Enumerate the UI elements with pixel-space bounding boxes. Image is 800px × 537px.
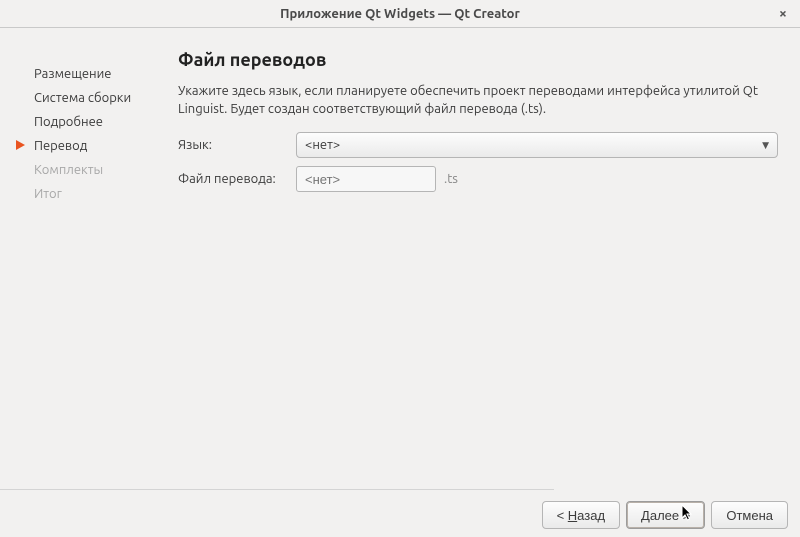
- wizard-body: Размещение Система сборки Подробнее Пере…: [0, 28, 800, 488]
- step-summary: Итог: [34, 182, 178, 206]
- window-title: Приложение Qt Widgets — Qt Creator: [280, 7, 520, 21]
- step-label: Подробнее: [34, 115, 103, 129]
- wizard-content: Файл переводов Укажите здесь язык, если …: [178, 50, 788, 488]
- step-label: Система сборки: [34, 91, 131, 105]
- translation-file-input[interactable]: [296, 166, 436, 192]
- step-location: Размещение: [34, 62, 178, 86]
- file-label: Файл перевода:: [178, 172, 296, 186]
- language-combobox[interactable]: <нет> ▼: [296, 132, 778, 158]
- wizard-steps: Размещение Система сборки Подробнее Пере…: [12, 50, 178, 488]
- page-description: Укажите здесь язык, если планируете обес…: [178, 82, 778, 118]
- language-value: <нет>: [305, 138, 340, 152]
- next-button[interactable]: Далее >: [626, 501, 705, 529]
- button-bar: < Назад Далее > Отмена: [542, 501, 788, 529]
- step-buildsys: Система сборки: [34, 86, 178, 110]
- cancel-button[interactable]: Отмена: [711, 501, 788, 529]
- chevron-down-icon: ▼: [762, 140, 769, 151]
- page-title: Файл переводов: [178, 50, 778, 70]
- step-label: Размещение: [34, 67, 111, 81]
- close-icon[interactable]: ×: [774, 0, 792, 28]
- step-kits: Комплекты: [34, 158, 178, 182]
- step-label: Перевод: [34, 139, 87, 153]
- language-label: Язык:: [178, 138, 296, 152]
- separator: [0, 489, 554, 490]
- row-language: Язык: <нет> ▼: [178, 132, 778, 158]
- row-translation-file: Файл перевода: .ts: [178, 166, 778, 192]
- step-label: Итог: [34, 187, 62, 201]
- step-label: Комплекты: [34, 163, 103, 177]
- window-titlebar: Приложение Qt Widgets — Qt Creator ×: [0, 0, 800, 28]
- back-button[interactable]: < Назад: [542, 501, 620, 529]
- step-translation: Перевод: [34, 134, 178, 158]
- file-suffix: .ts: [444, 172, 458, 186]
- step-details: Подробнее: [34, 110, 178, 134]
